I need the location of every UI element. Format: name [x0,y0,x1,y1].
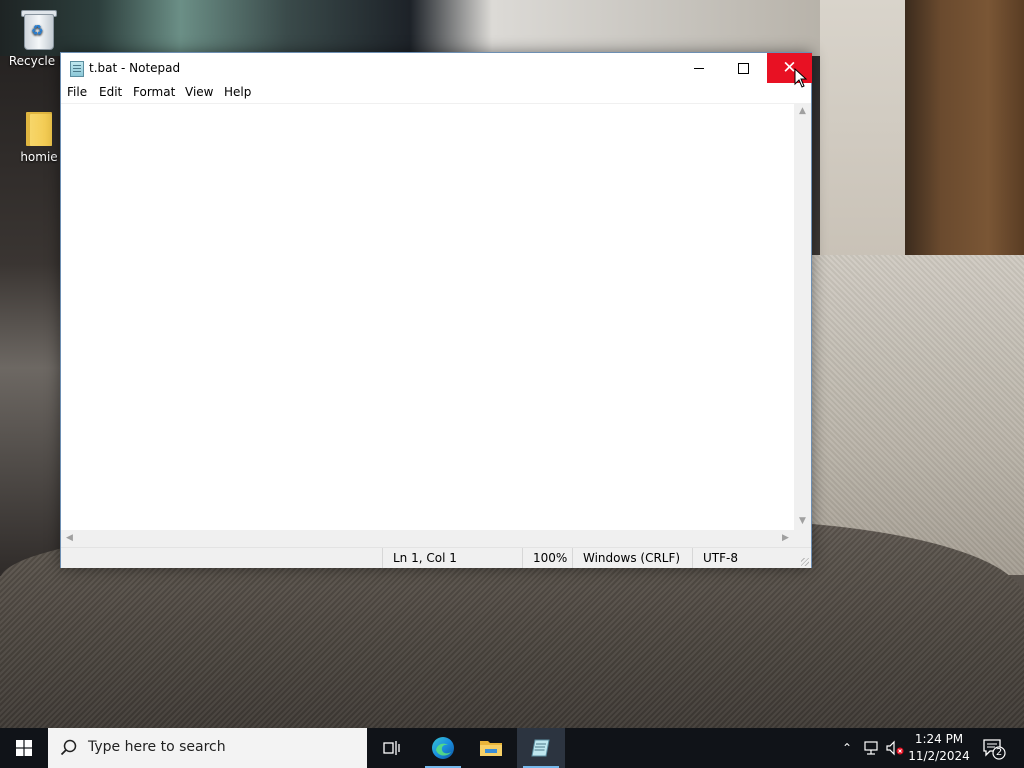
show-hidden-icons-button[interactable]: ⌃ [838,728,856,768]
scroll-up-icon[interactable]: ▲ [794,103,811,120]
menu-bar: File Edit Format View Help [61,83,811,103]
status-encoding: UTF-8 [692,548,811,568]
scroll-left-icon[interactable]: ◀ [61,530,78,547]
menu-file[interactable]: File [67,85,87,99]
vertical-scrollbar[interactable]: ▲ ▼ [794,103,811,530]
taskbar-search-box[interactable]: Type here to search [48,728,367,768]
title-bar[interactable]: t.bat - Notepad ✕ [61,53,812,83]
network-status-button[interactable] [860,728,882,768]
search-placeholder: Type here to search [88,739,226,755]
notepad-icon [531,739,550,757]
horizontal-scrollbar[interactable]: ◀ ▶ [61,530,794,547]
taskbar-app-file-explorer[interactable] [467,728,515,768]
clock-date: 11/2/2024 [908,749,970,763]
menu-view[interactable]: View [185,85,213,99]
chevron-up-icon: ⌃ [841,741,853,755]
edge-icon [432,737,454,759]
windows-logo-icon [16,740,32,756]
network-icon [864,741,878,755]
action-center-button[interactable]: 2 [982,738,1006,760]
minimize-button[interactable] [676,53,721,83]
menu-help[interactable]: Help [224,85,251,99]
task-view-icon [383,741,400,755]
window-title: t.bat - Notepad [89,61,181,75]
notepad-window: t.bat - Notepad ✕ File Edit Format View … [60,52,812,568]
maximize-icon [738,62,749,74]
notepad-icon [70,61,84,77]
text-editor-area[interactable] [61,103,794,531]
taskbar: Type here to search ⌃ 1:24 PM 11/2/2024 … [0,728,1024,768]
volume-muted-icon [886,740,904,756]
start-button[interactable] [0,728,48,768]
maximize-button[interactable] [721,53,766,83]
taskbar-app-notepad[interactable] [517,728,565,768]
clock-time: 1:24 PM [914,732,964,746]
recycle-bin-icon: ♻ [20,8,57,50]
scroll-down-icon[interactable]: ▼ [794,513,811,530]
minimize-icon [693,67,704,69]
taskbar-clock[interactable]: 1:24 PM 11/2/2024 [905,731,973,765]
search-icon [60,739,77,756]
notification-count-badge: 2 [995,747,1003,758]
taskbar-app-edge[interactable] [419,728,467,768]
status-line-ending: Windows (CRLF) [572,548,692,568]
scroll-right-icon[interactable]: ▶ [777,530,794,547]
task-view-button[interactable] [368,728,416,768]
menu-edit[interactable]: Edit [99,85,122,99]
menu-format[interactable]: Format [133,85,175,99]
status-cursor-position: Ln 1, Col 1 [382,548,522,568]
status-zoom: 100% [522,548,572,568]
file-explorer-icon [480,741,502,756]
folder-icon [24,110,54,146]
volume-button[interactable] [884,728,906,768]
status-bar: Ln 1, Col 1 100% Windows (CRLF) UTF-8 [61,547,811,568]
resize-grip-icon[interactable] [801,558,809,566]
scrollbar-corner [794,530,811,547]
